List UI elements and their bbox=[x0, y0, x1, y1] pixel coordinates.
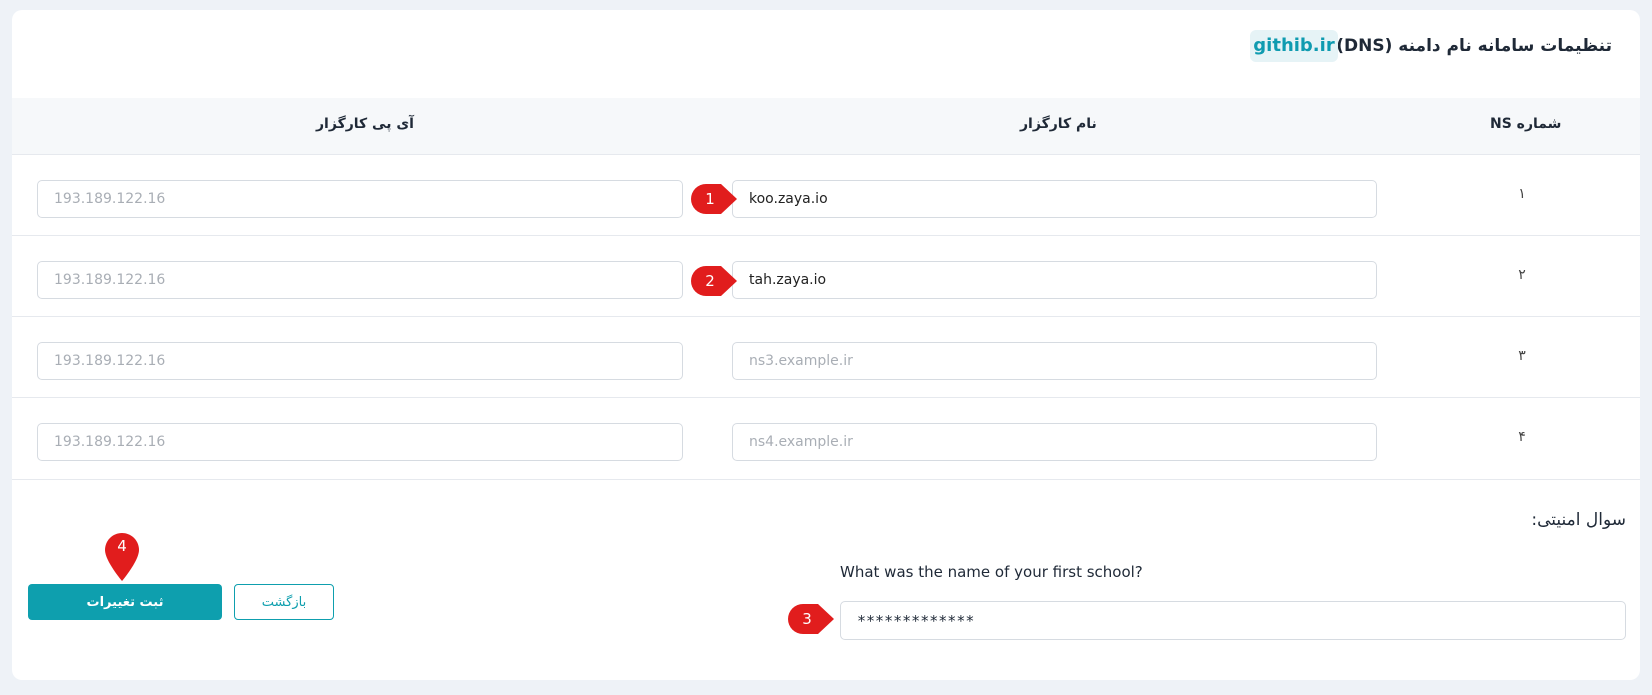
step-marker-2: 2 bbox=[691, 266, 737, 296]
row-divider bbox=[12, 316, 1640, 317]
row-divider bbox=[12, 479, 1640, 480]
security-answer-input[interactable] bbox=[840, 601, 1626, 640]
ns-number: ۳ bbox=[1518, 348, 1526, 364]
table-header bbox=[12, 98, 1640, 154]
step-marker-3: 3 bbox=[788, 604, 834, 634]
ns3-name-input[interactable] bbox=[732, 342, 1377, 380]
row-divider bbox=[12, 397, 1640, 398]
row-divider bbox=[12, 235, 1640, 236]
step-marker-1: 1 bbox=[691, 184, 737, 214]
domain-badge: githib.ir bbox=[1250, 30, 1338, 62]
ns4-ip-input[interactable] bbox=[37, 423, 683, 461]
ns-number: ۲ bbox=[1518, 267, 1526, 283]
back-button[interactable]: بازگشت bbox=[234, 584, 334, 620]
security-question-text: What was the name of your first school? bbox=[840, 563, 1143, 581]
ns2-name-input[interactable] bbox=[732, 261, 1377, 299]
step-marker-4: 4 bbox=[105, 533, 139, 581]
ns1-ip-input[interactable] bbox=[37, 180, 683, 218]
page-title: تنظیمات سامانه نام دامنه (DNS) bbox=[1336, 36, 1612, 56]
security-question-title: سوال امنیتی: bbox=[1531, 510, 1626, 530]
ns-number: ۴ bbox=[1518, 429, 1526, 445]
row-divider bbox=[12, 154, 1640, 155]
column-header-server-ip: آی پی کارگزار bbox=[316, 116, 414, 132]
column-header-server-name: نام کارگزار bbox=[1020, 116, 1097, 132]
submit-changes-button[interactable]: ثبت تغییرات bbox=[28, 584, 222, 620]
ns2-ip-input[interactable] bbox=[37, 261, 683, 299]
column-header-ns-number: شماره NS bbox=[1490, 116, 1562, 132]
ns4-name-input[interactable] bbox=[732, 423, 1377, 461]
ns1-name-input[interactable] bbox=[732, 180, 1377, 218]
ns3-ip-input[interactable] bbox=[37, 342, 683, 380]
ns-number: ۱ bbox=[1518, 186, 1526, 202]
